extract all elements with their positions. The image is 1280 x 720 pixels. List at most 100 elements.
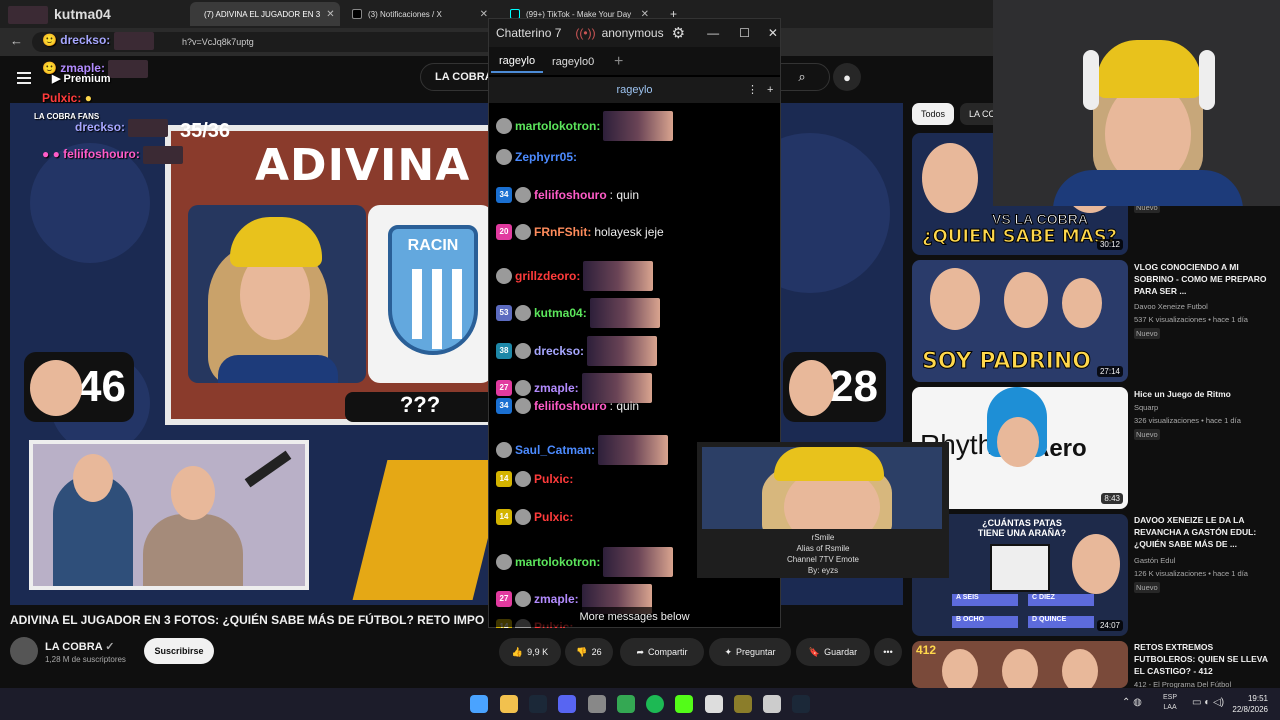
recommendation-title[interactable]: VLOG CONOCIENDO A MI SOBRINO - COMO ME P… xyxy=(1134,261,1274,297)
chat-username[interactable]: Pulxic: xyxy=(534,510,573,524)
recommendation-title[interactable]: Hice un Juego de Ritmo xyxy=(1134,388,1274,400)
avatar[interactable] xyxy=(10,637,38,665)
recommendation-title[interactable]: RETOS EXTREMOS FUTBOLEROS: QUIEN SE LLEV… xyxy=(1134,641,1274,677)
chrome-icon[interactable] xyxy=(617,695,635,713)
chat-username[interactable]: FRnFShit: xyxy=(534,225,591,239)
chat-emote[interactable] xyxy=(603,547,674,577)
chat-message[interactable]: martolokotron: xyxy=(496,111,674,141)
chat-username[interactable]: grillzdeoro: xyxy=(515,269,580,283)
thumb-text: ¿CUÁNTAS PATAS TIENE UNA ARAÑA? xyxy=(977,518,1067,538)
more-options-button[interactable]: ••• xyxy=(874,638,902,666)
chat-username[interactable]: feliifoshouro xyxy=(534,399,607,413)
option-b: OCHO xyxy=(963,616,985,623)
current-user[interactable]: anonymous xyxy=(602,26,664,40)
recommendation-channel[interactable]: Davoo Xeneize Futbol xyxy=(1134,302,1208,311)
dislike-button[interactable]: 👎 26 xyxy=(565,638,613,666)
chat-message[interactable]: 20 FRnFShit: holayesk jeje xyxy=(496,224,664,240)
maximize-icon[interactable]: ☐ xyxy=(739,26,750,40)
chat-username[interactable]: dreckso: xyxy=(534,344,584,358)
back-icon[interactable]: ← xyxy=(10,33,23,48)
kick-icon[interactable] xyxy=(675,695,693,713)
channel-name-text: LA COBRA xyxy=(45,641,103,653)
option-letter: B xyxy=(956,616,962,623)
chat-username[interactable]: Saul_Catman: xyxy=(515,443,595,457)
chat-message[interactable]: 38 dreckso: xyxy=(496,336,658,366)
mystery-answer: ??? xyxy=(345,392,495,422)
chat-message[interactable]: 34 feliifoshouro: quin xyxy=(496,398,639,414)
chat-message[interactable]: Saul_Catman: xyxy=(496,435,669,465)
recommendation-thumbnail[interactable]: 412 xyxy=(912,641,1128,688)
recommendation-thumbnail[interactable]: SOY PADRINO 27:14 xyxy=(912,260,1128,382)
player-photo xyxy=(188,205,366,383)
chat-emote[interactable] xyxy=(603,111,674,141)
ask-button[interactable]: ✦ Preguntar xyxy=(709,638,791,666)
user-badge-icon xyxy=(515,380,531,396)
app-icon[interactable] xyxy=(734,695,752,713)
chat-username[interactable]: martolokotron: xyxy=(515,555,600,569)
chip-all[interactable]: Todos xyxy=(912,103,955,125)
chat-message[interactable]: 14 Pulxic: xyxy=(496,509,573,525)
overlay-chat-line: dreckso: xyxy=(75,119,169,137)
steam-icon[interactable] xyxy=(529,695,547,713)
chat-emote[interactable] xyxy=(583,261,654,291)
spotify-icon[interactable] xyxy=(646,695,664,713)
tab-kutma[interactable]: kutma04 xyxy=(30,2,190,26)
language-indicator[interactable]: ESP LAA xyxy=(1163,693,1177,713)
tab-youtube[interactable]: (7) ADIVINA EL JUGADOR EN 3 ✕ xyxy=(190,2,340,26)
channel-name[interactable]: LA COBRA ✓ xyxy=(45,640,115,653)
chat-emote[interactable] xyxy=(587,336,658,366)
recommendation-channel[interactable]: Squarp xyxy=(1134,403,1158,412)
chatterino-icon[interactable] xyxy=(763,695,781,713)
chat-message[interactable]: 34 feliifoshouro: quin xyxy=(496,187,639,203)
chat-username[interactable]: kutma04: xyxy=(534,306,587,320)
more-messages-banner[interactable]: More messages below xyxy=(489,607,780,627)
tab-x[interactable]: (3) Notificaciones / X ✕ xyxy=(344,2,496,26)
chat-message[interactable]: 14 Pulxic: xyxy=(496,471,573,487)
chat-message[interactable]: martolokotron: xyxy=(496,547,674,577)
emote-preview-image xyxy=(702,447,942,529)
chat-emote[interactable] xyxy=(589,298,660,328)
tray-icons[interactable]: ⌃ ◍ xyxy=(1122,697,1142,708)
option-letter: C xyxy=(1032,594,1038,601)
steam-icon[interactable] xyxy=(792,695,810,713)
chat-username[interactable]: zmaple: xyxy=(534,592,579,606)
close-icon[interactable]: ✕ xyxy=(480,9,488,20)
chat-username[interactable]: feliifoshouro xyxy=(534,188,607,202)
clock[interactable]: 19:51 22/8/2026 xyxy=(1232,693,1268,715)
windows-start-icon[interactable] xyxy=(470,695,488,713)
minimize-icon[interactable]: — xyxy=(707,26,719,40)
chat-emote[interactable] xyxy=(598,435,669,465)
more-icon[interactable]: ⋮ xyxy=(747,77,758,103)
recommendation-meta: 326 visualizaciones • hace 1 día xyxy=(1134,416,1241,425)
tab-rageylo0[interactable]: rageylo0 xyxy=(544,51,602,73)
left-score-value: 46 xyxy=(77,362,126,411)
network-volume-icons[interactable]: ▭ ◐ ◁) xyxy=(1192,697,1224,708)
like-button[interactable]: 👍 9,9 K xyxy=(499,638,561,666)
recommendation-title[interactable]: DAVOO XENEIZE LE DA LA REVANCHA A GASTÓN… xyxy=(1134,514,1274,550)
thumb-text: SOY PADRINO xyxy=(922,349,1092,375)
close-icon[interactable]: ✕ xyxy=(326,9,334,20)
discord-icon[interactable] xyxy=(558,695,576,713)
tab-rageylo[interactable]: rageylo xyxy=(491,51,544,73)
app-icon[interactable] xyxy=(705,695,723,713)
share-button[interactable]: ➦ Compartir xyxy=(620,638,704,666)
search-icon[interactable]: ⌕ xyxy=(788,63,816,91)
recommendation-channel[interactable]: Gastón Edul xyxy=(1134,556,1175,565)
close-icon[interactable]: ✕ xyxy=(768,26,778,40)
save-button[interactable]: 🔖 Guardar xyxy=(796,638,870,666)
subscribe-button[interactable]: Suscribirse xyxy=(144,638,214,664)
gear-icon[interactable]: ⚙ xyxy=(672,24,685,42)
chat-username[interactable]: martolokotron: xyxy=(515,119,600,133)
add-split-icon[interactable]: + xyxy=(767,77,773,103)
chat-message[interactable]: Zephyrr05: xyxy=(496,149,577,165)
add-tab-button[interactable]: + xyxy=(606,51,631,73)
chat-username[interactable]: Pulxic: xyxy=(534,472,573,486)
chat-username[interactable]: zmaple: xyxy=(534,381,579,395)
app-icon[interactable] xyxy=(588,695,606,713)
chat-username[interactable]: Zephyrr05: xyxy=(515,150,577,164)
menu-icon[interactable] xyxy=(17,69,31,87)
file-explorer-icon[interactable] xyxy=(500,695,518,713)
chat-message[interactable]: grillzdeoro: xyxy=(496,261,654,291)
mic-icon[interactable]: ● xyxy=(833,63,861,91)
chat-message[interactable]: 53 kutma04: xyxy=(496,298,660,328)
